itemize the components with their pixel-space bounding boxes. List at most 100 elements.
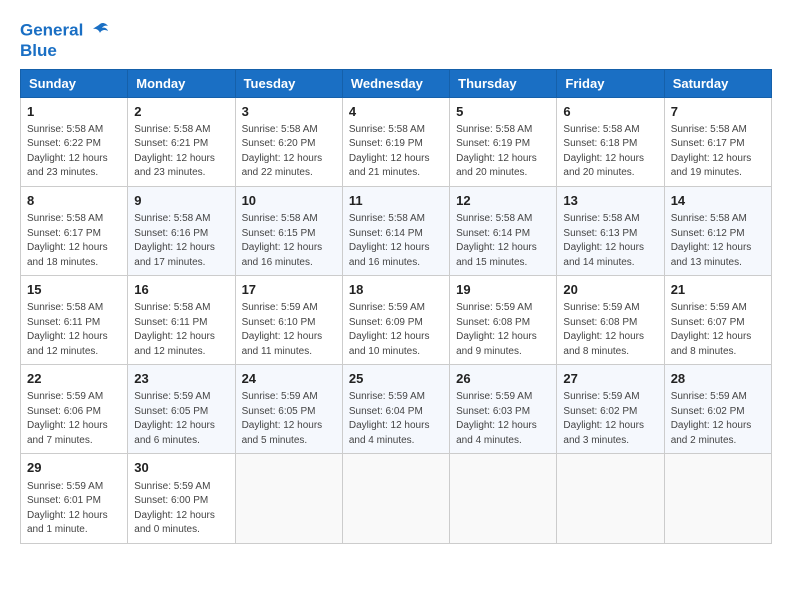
calendar-day-cell bbox=[342, 454, 449, 543]
sunset-label: Sunset: 6:14 PM bbox=[349, 228, 423, 239]
sunrise-label: Sunrise: 5:58 AM bbox=[27, 124, 103, 135]
day-number: 5 bbox=[456, 103, 550, 121]
daylight-minutes: and 13 minutes. bbox=[671, 257, 742, 268]
sunset-label: Sunset: 6:16 PM bbox=[134, 228, 208, 239]
day-info: Sunrise: 5:59 AM Sunset: 6:08 PM Dayligh… bbox=[456, 301, 550, 359]
day-info: Sunrise: 5:59 AM Sunset: 6:09 PM Dayligh… bbox=[349, 301, 443, 359]
daylight-label: Daylight: 12 hours bbox=[134, 153, 215, 164]
day-number: 25 bbox=[349, 370, 443, 388]
day-info: Sunrise: 5:58 AM Sunset: 6:14 PM Dayligh… bbox=[456, 212, 550, 270]
sunrise-label: Sunrise: 5:58 AM bbox=[134, 302, 210, 313]
day-number: 18 bbox=[349, 281, 443, 299]
sunset-label: Sunset: 6:08 PM bbox=[456, 317, 530, 328]
daylight-label: Daylight: 12 hours bbox=[563, 420, 644, 431]
calendar-day-cell bbox=[235, 454, 342, 543]
calendar-week-row: 22 Sunrise: 5:59 AM Sunset: 6:06 PM Dayl… bbox=[21, 365, 772, 454]
calendar-day-cell: 14 Sunrise: 5:58 AM Sunset: 6:12 PM Dayl… bbox=[664, 186, 771, 275]
sunset-label: Sunset: 6:05 PM bbox=[134, 406, 208, 417]
sunset-label: Sunset: 6:04 PM bbox=[349, 406, 423, 417]
daylight-minutes: and 4 minutes. bbox=[456, 435, 522, 446]
sunrise-label: Sunrise: 5:59 AM bbox=[671, 391, 747, 402]
calendar-day-cell bbox=[664, 454, 771, 543]
day-number: 17 bbox=[242, 281, 336, 299]
daylight-minutes: and 10 minutes. bbox=[349, 346, 420, 357]
sunset-label: Sunset: 6:15 PM bbox=[242, 228, 316, 239]
daylight-label: Daylight: 12 hours bbox=[563, 153, 644, 164]
sunset-label: Sunset: 6:14 PM bbox=[456, 228, 530, 239]
calendar-week-row: 1 Sunrise: 5:58 AM Sunset: 6:22 PM Dayli… bbox=[21, 97, 772, 186]
sunrise-label: Sunrise: 5:58 AM bbox=[456, 124, 532, 135]
day-info: Sunrise: 5:59 AM Sunset: 6:07 PM Dayligh… bbox=[671, 301, 765, 359]
sunrise-label: Sunrise: 5:59 AM bbox=[563, 302, 639, 313]
sunset-label: Sunset: 6:18 PM bbox=[563, 138, 637, 149]
sunrise-label: Sunrise: 5:59 AM bbox=[671, 302, 747, 313]
day-number: 20 bbox=[563, 281, 657, 299]
daylight-minutes: and 8 minutes. bbox=[671, 346, 737, 357]
daylight-label: Daylight: 12 hours bbox=[349, 331, 430, 342]
sunrise-label: Sunrise: 5:59 AM bbox=[27, 391, 103, 402]
day-number: 27 bbox=[563, 370, 657, 388]
sunset-label: Sunset: 6:13 PM bbox=[563, 228, 637, 239]
daylight-label: Daylight: 12 hours bbox=[134, 331, 215, 342]
daylight-minutes: and 14 minutes. bbox=[563, 257, 634, 268]
daylight-label: Daylight: 12 hours bbox=[242, 331, 323, 342]
day-number: 29 bbox=[27, 459, 121, 477]
sunset-label: Sunset: 6:06 PM bbox=[27, 406, 101, 417]
daylight-label: Daylight: 12 hours bbox=[671, 331, 752, 342]
daylight-label: Daylight: 12 hours bbox=[456, 420, 537, 431]
calendar-day-cell: 4 Sunrise: 5:58 AM Sunset: 6:19 PM Dayli… bbox=[342, 97, 449, 186]
calendar-day-cell: 7 Sunrise: 5:58 AM Sunset: 6:17 PM Dayli… bbox=[664, 97, 771, 186]
daylight-minutes: and 8 minutes. bbox=[563, 346, 629, 357]
daylight-label: Daylight: 12 hours bbox=[563, 331, 644, 342]
daylight-label: Daylight: 12 hours bbox=[134, 420, 215, 431]
sunset-label: Sunset: 6:02 PM bbox=[671, 406, 745, 417]
daylight-label: Daylight: 12 hours bbox=[563, 242, 644, 253]
day-number: 15 bbox=[27, 281, 121, 299]
daylight-minutes: and 23 minutes. bbox=[27, 167, 98, 178]
calendar-day-cell: 2 Sunrise: 5:58 AM Sunset: 6:21 PM Dayli… bbox=[128, 97, 235, 186]
daylight-minutes: and 15 minutes. bbox=[456, 257, 527, 268]
daylight-label: Daylight: 12 hours bbox=[456, 242, 537, 253]
calendar-day-cell: 19 Sunrise: 5:59 AM Sunset: 6:08 PM Dayl… bbox=[450, 276, 557, 365]
sunset-label: Sunset: 6:11 PM bbox=[134, 317, 207, 328]
sunset-label: Sunset: 6:01 PM bbox=[27, 495, 101, 506]
page-header: General Blue bbox=[20, 20, 772, 61]
daylight-minutes: and 7 minutes. bbox=[27, 435, 93, 446]
calendar-day-cell: 26 Sunrise: 5:59 AM Sunset: 6:03 PM Dayl… bbox=[450, 365, 557, 454]
day-info: Sunrise: 5:58 AM Sunset: 6:21 PM Dayligh… bbox=[134, 123, 228, 181]
daylight-label: Daylight: 12 hours bbox=[349, 242, 430, 253]
sunrise-label: Sunrise: 5:58 AM bbox=[456, 213, 532, 224]
daylight-label: Daylight: 12 hours bbox=[27, 331, 108, 342]
day-info: Sunrise: 5:58 AM Sunset: 6:17 PM Dayligh… bbox=[671, 123, 765, 181]
day-number: 11 bbox=[349, 192, 443, 210]
sunset-label: Sunset: 6:02 PM bbox=[563, 406, 637, 417]
daylight-label: Daylight: 12 hours bbox=[349, 153, 430, 164]
calendar-day-cell: 11 Sunrise: 5:58 AM Sunset: 6:14 PM Dayl… bbox=[342, 186, 449, 275]
calendar-day-cell bbox=[557, 454, 664, 543]
sunrise-label: Sunrise: 5:58 AM bbox=[242, 124, 318, 135]
daylight-label: Daylight: 12 hours bbox=[134, 242, 215, 253]
daylight-minutes: and 17 minutes. bbox=[134, 257, 205, 268]
day-number: 26 bbox=[456, 370, 550, 388]
daylight-minutes: and 6 minutes. bbox=[134, 435, 200, 446]
day-info: Sunrise: 5:58 AM Sunset: 6:11 PM Dayligh… bbox=[134, 301, 228, 359]
calendar-day-cell: 28 Sunrise: 5:59 AM Sunset: 6:02 PM Dayl… bbox=[664, 365, 771, 454]
calendar-day-cell: 23 Sunrise: 5:59 AM Sunset: 6:05 PM Dayl… bbox=[128, 365, 235, 454]
sunrise-label: Sunrise: 5:59 AM bbox=[242, 391, 318, 402]
day-info: Sunrise: 5:58 AM Sunset: 6:17 PM Dayligh… bbox=[27, 212, 121, 270]
weekday-header-monday: Monday bbox=[128, 69, 235, 97]
sunset-label: Sunset: 6:12 PM bbox=[671, 228, 745, 239]
sunrise-label: Sunrise: 5:58 AM bbox=[563, 124, 639, 135]
calendar-week-row: 15 Sunrise: 5:58 AM Sunset: 6:11 PM Dayl… bbox=[21, 276, 772, 365]
calendar-week-row: 29 Sunrise: 5:59 AM Sunset: 6:01 PM Dayl… bbox=[21, 454, 772, 543]
calendar-day-cell: 13 Sunrise: 5:58 AM Sunset: 6:13 PM Dayl… bbox=[557, 186, 664, 275]
sunrise-label: Sunrise: 5:59 AM bbox=[456, 302, 532, 313]
day-info: Sunrise: 5:59 AM Sunset: 6:01 PM Dayligh… bbox=[27, 480, 121, 538]
daylight-minutes: and 18 minutes. bbox=[27, 257, 98, 268]
day-info: Sunrise: 5:58 AM Sunset: 6:20 PM Dayligh… bbox=[242, 123, 336, 181]
calendar-day-cell bbox=[450, 454, 557, 543]
day-info: Sunrise: 5:59 AM Sunset: 6:04 PM Dayligh… bbox=[349, 390, 443, 448]
sunset-label: Sunset: 6:09 PM bbox=[349, 317, 423, 328]
day-info: Sunrise: 5:58 AM Sunset: 6:13 PM Dayligh… bbox=[563, 212, 657, 270]
calendar-header-row: SundayMondayTuesdayWednesdayThursdayFrid… bbox=[21, 69, 772, 97]
